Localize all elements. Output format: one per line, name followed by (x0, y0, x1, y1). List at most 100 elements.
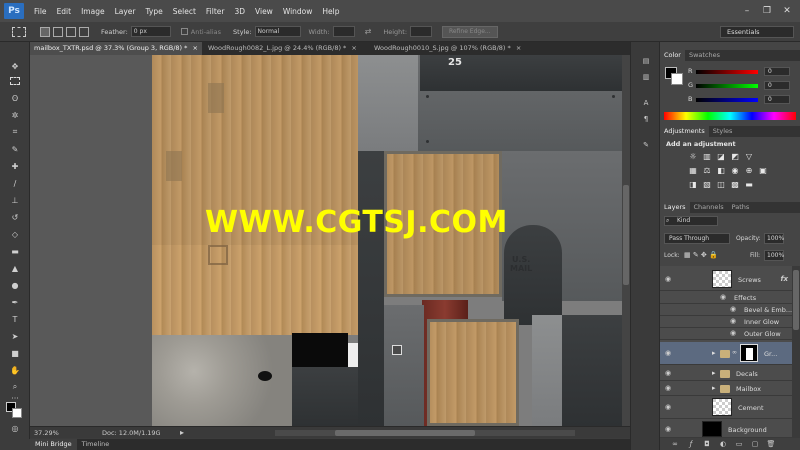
pen-tool-icon[interactable]: ✒ (8, 296, 22, 308)
visibility-eye-icon[interactable]: ◉ (665, 425, 675, 435)
visibility-eye-icon[interactable]: ◉ (730, 329, 740, 339)
gradient-tool-icon[interactable]: ▬ (8, 245, 22, 257)
brightness-contrast-icon[interactable]: ☼ (688, 152, 698, 161)
close-button[interactable]: ✕ (778, 4, 796, 18)
height-input[interactable] (410, 26, 433, 37)
layer-mask-thumbnail[interactable] (740, 344, 758, 362)
layer-group-selected[interactable]: ◉ ▸ ∞ Gr... (660, 342, 800, 365)
green-value-input[interactable]: 0 (764, 81, 790, 90)
healing-brush-icon[interactable]: ✚ (8, 160, 22, 172)
clone-stamp-icon[interactable]: ⊥ (8, 194, 22, 206)
new-adjustment-layer-icon[interactable]: ◐ (718, 439, 728, 449)
photo-filter-icon[interactable]: ◉ (730, 166, 740, 175)
blue-slider[interactable] (696, 98, 758, 102)
rectangle-tool-icon[interactable]: ■ (8, 347, 22, 359)
color-lookup-icon[interactable]: ▣ (758, 166, 768, 175)
tab-mini-bridge[interactable]: Mini Bridge (30, 439, 77, 450)
background-color-swatch[interactable] (12, 408, 22, 418)
eraser-tool-icon[interactable]: ◇ (8, 228, 22, 240)
visibility-eye-icon[interactable]: ◉ (665, 369, 675, 379)
canvas-area[interactable]: 25 U.S. MAIL WWW.CGTSJ.COM (30, 55, 630, 426)
opacity-input[interactable]: 100% (764, 233, 784, 244)
visibility-eye-icon[interactable]: ◉ (665, 403, 675, 413)
link-layers-icon[interactable]: ∞ (670, 439, 680, 449)
tab-channels[interactable]: Channels (690, 202, 728, 213)
menu-image[interactable]: Image (81, 7, 105, 16)
status-menu-arrow-icon[interactable]: ▸ (180, 428, 184, 437)
width-input[interactable] (332, 26, 355, 37)
layer-decals[interactable]: ◉ ▸ Decals (660, 366, 800, 381)
add-selection-icon[interactable] (53, 26, 63, 37)
posterize-icon[interactable]: ▧ (702, 180, 712, 189)
lasso-tool-icon[interactable]: ʘ (8, 92, 22, 104)
expand-arrow-icon[interactable]: ▸ (712, 384, 716, 392)
menu-layer[interactable]: Layer (115, 7, 136, 16)
path-selection-icon[interactable]: ➤ (8, 330, 22, 342)
blur-tool-icon[interactable]: ▲ (8, 262, 22, 274)
properties-panel-icon[interactable]: ▥ (641, 72, 651, 82)
menu-view[interactable]: View (255, 7, 273, 16)
type-tool-icon[interactable]: T (8, 313, 22, 325)
expand-arrow-icon[interactable]: ▸ (712, 369, 716, 377)
horizontal-scrollbar[interactable] (275, 430, 575, 436)
selective-color-icon[interactable]: ▩ (730, 180, 740, 189)
visibility-eye-icon[interactable]: ◉ (665, 349, 675, 359)
tab-woodrough0010[interactable]: WoodRough0010_S.jpg @ 107% (RGB/8) * × (370, 42, 538, 55)
marquee-tool-icon[interactable] (10, 77, 20, 85)
hue-saturation-icon[interactable]: ▦ (688, 166, 698, 175)
paragraph-panel-icon[interactable]: ¶ (641, 114, 651, 124)
magic-wand-icon[interactable]: ✲ (8, 109, 22, 121)
crop-tool-icon[interactable]: ⌗ (8, 126, 22, 138)
vibrance-icon[interactable]: ▽ (744, 152, 754, 161)
menu-select[interactable]: Select (173, 7, 196, 16)
menu-3d[interactable]: 3D (234, 7, 245, 16)
menu-help[interactable]: Help (322, 7, 339, 16)
hand-tool-icon[interactable]: ✋ (8, 364, 22, 376)
blue-value-input[interactable]: 0 (764, 95, 790, 104)
curves-icon[interactable]: ◪ (716, 152, 726, 161)
horizontal-scroll-thumb[interactable] (335, 430, 475, 436)
tab-swatches[interactable]: Swatches (685, 50, 724, 61)
anti-alias-checkbox[interactable] (180, 28, 188, 35)
new-group-icon[interactable]: ▭ (734, 439, 744, 449)
effect-outer-glow[interactable]: ◉ Outer Glow (660, 328, 800, 340)
history-panel-icon[interactable]: ▤ (641, 56, 651, 66)
menu-window[interactable]: Window (283, 7, 313, 16)
tab-close-icon[interactable]: × (516, 44, 521, 52)
style-select[interactable]: Normal (254, 26, 301, 37)
texture-image[interactable]: 25 U.S. MAIL (152, 55, 622, 426)
tab-timeline[interactable]: Timeline (77, 439, 115, 450)
visibility-eye-icon[interactable]: ◉ (665, 275, 675, 285)
levels-icon[interactable]: ▥ (702, 152, 712, 161)
background-color-swatch[interactable] (671, 73, 683, 85)
layer-cement[interactable]: ◉ Cement (660, 396, 800, 419)
expand-arrow-icon[interactable]: ▸ (712, 349, 716, 357)
menu-type[interactable]: Type (146, 7, 163, 16)
color-spectrum-bar[interactable] (664, 112, 796, 120)
tab-mailbox-txtr[interactable]: mailbox_TXTR.psd @ 37.3% (Group 3, RGB/8… (30, 42, 202, 55)
layer-effects-row[interactable]: ◉ Effects (660, 292, 800, 304)
intersect-selection-icon[interactable] (79, 26, 89, 37)
layer-mailbox[interactable]: ◉ ▸ Mailbox (660, 381, 800, 396)
layers-scroll-thumb[interactable] (793, 270, 799, 330)
black-white-icon[interactable]: ◧ (716, 166, 726, 175)
brush-tool-icon[interactable]: ∕ (8, 177, 22, 189)
gradient-map-icon[interactable]: ▬ (744, 180, 754, 189)
brush-panel-icon[interactable]: ✎ (641, 140, 651, 150)
minimize-button[interactable]: – (738, 4, 756, 18)
red-value-input[interactable]: 0 (764, 67, 790, 76)
invert-icon[interactable]: ◨ (688, 180, 698, 189)
vertical-scroll-thumb[interactable] (623, 185, 629, 285)
refine-edge-button[interactable]: Refine Edge... (442, 25, 498, 38)
layer-filter-kind-select[interactable]: Kind (664, 216, 718, 226)
color-balance-icon[interactable]: ⚖ (702, 166, 712, 175)
tab-styles[interactable]: Styles (709, 126, 737, 137)
effect-inner-glow[interactable]: ◉ Inner Glow (660, 316, 800, 328)
eyedropper-icon[interactable]: ✎ (8, 143, 22, 155)
lock-options-icon[interactable]: ▦ ✎ ✥ 🔒 (684, 251, 718, 259)
layers-scrollbar[interactable] (792, 266, 800, 438)
tab-paths[interactable]: Paths (728, 202, 754, 213)
marquee-tool-icon[interactable] (12, 26, 26, 37)
tab-color[interactable]: Color (660, 50, 685, 61)
subtract-selection-icon[interactable] (66, 26, 76, 37)
